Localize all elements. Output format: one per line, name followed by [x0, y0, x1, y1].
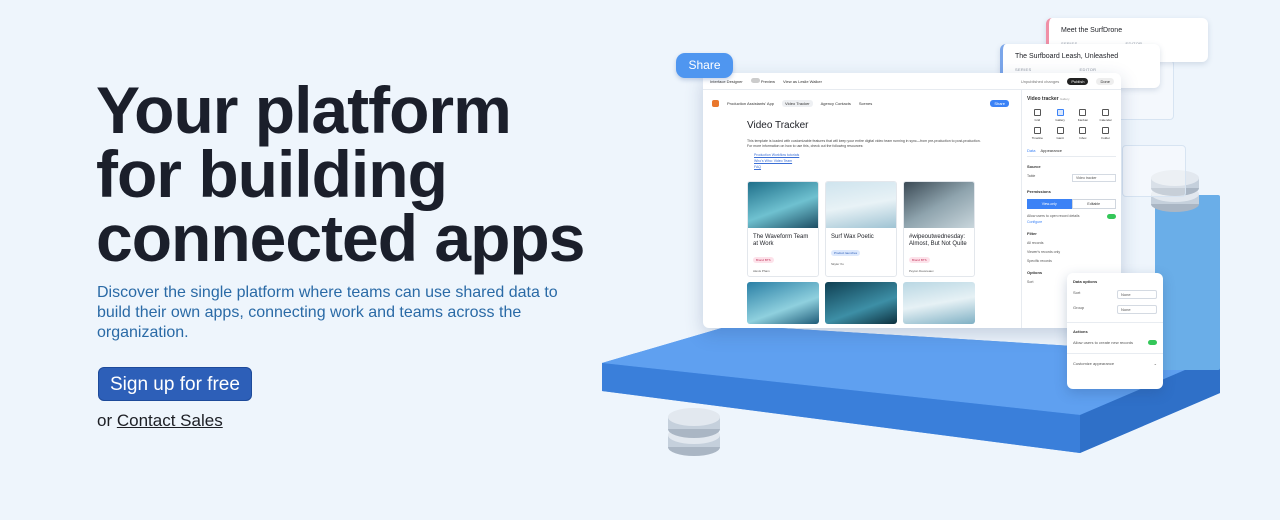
- surf-photo: [904, 182, 974, 228]
- layout-option[interactable]: Kanban: [1073, 109, 1094, 122]
- editable-option[interactable]: Editable: [1071, 199, 1116, 209]
- layout-option[interactable]: Calendar: [1095, 109, 1116, 122]
- contact-line: or Contact Sales: [97, 411, 223, 431]
- gallery-tile[interactable]: #wipeoutwednesday: Almost, But Not Quite…: [903, 181, 975, 277]
- view-only-option[interactable]: View-only: [1027, 199, 1072, 209]
- hero-title-line-2: for building: [96, 137, 448, 211]
- preview-toggle[interactable]: Preview: [750, 78, 775, 84]
- customize-appearance-row[interactable]: Customize appearance ⌄: [1073, 361, 1157, 366]
- signup-button[interactable]: Sign up for free: [98, 367, 252, 401]
- app-window: Interface Designer Preview View as Lesli…: [703, 73, 1121, 328]
- app-logo-icon: [712, 99, 719, 107]
- blue-column: [1155, 195, 1220, 370]
- layout-picker: Grid Gallery Kanban Calendar Timeline Ga…: [1027, 109, 1116, 140]
- surf-photo[interactable]: [825, 282, 897, 324]
- page-description: This template is loaded with customizabl…: [747, 139, 981, 148]
- filter-option[interactable]: All records: [1027, 241, 1116, 245]
- record-card-meta: SERIESEDITOR: [1015, 67, 1097, 72]
- gallery-tile[interactable]: Surf Wax Poetic Product launches Skyler …: [825, 181, 897, 277]
- publish-button[interactable]: Publish: [1067, 77, 1089, 85]
- panel-header: Video tracker Gallery: [1027, 96, 1070, 102]
- create-records-row: Allow users to create new records: [1073, 340, 1157, 345]
- tile-owner: Skyler Xu: [831, 262, 844, 266]
- group-select[interactable]: None: [1117, 305, 1157, 314]
- surf-photo[interactable]: [747, 282, 819, 324]
- hero-title-line-1: Your platform: [96, 73, 512, 147]
- layout-option[interactable]: Timeline: [1027, 127, 1048, 140]
- tile-title: The Waveform Team at Work: [753, 234, 809, 247]
- view-as-dropdown[interactable]: View as Leslie Walker: [783, 79, 822, 84]
- sort-select[interactable]: None: [1117, 290, 1157, 299]
- surf-photo: [826, 182, 896, 228]
- create-records-toggle[interactable]: [1148, 340, 1157, 345]
- tile-owner: Alexis Pham: [753, 269, 770, 273]
- table-row: Table Video tracker: [1027, 174, 1116, 182]
- tile-tag: Brand BTS: [909, 257, 930, 263]
- tab-scenes[interactable]: Scenes: [859, 101, 872, 106]
- layout-option[interactable]: Gantt: [1050, 127, 1071, 140]
- layout-option[interactable]: Grid: [1027, 109, 1048, 122]
- app-name[interactable]: Production Assistants' App: [727, 101, 774, 106]
- source-heading: Source: [1027, 164, 1041, 169]
- data-options-title: Data options: [1073, 279, 1098, 284]
- permissions-toggle: View-only Editable: [1027, 199, 1116, 209]
- panel-tabs: Data Appearance: [1027, 148, 1116, 157]
- layout-option[interactable]: Gallery: [1050, 109, 1071, 122]
- designer-toolbar: Interface Designer Preview View as Lesli…: [703, 73, 1121, 90]
- layout-option[interactable]: Folder: [1095, 127, 1116, 140]
- sort-row: Sort None: [1073, 290, 1157, 299]
- configure-link[interactable]: Configure: [1027, 220, 1116, 224]
- chevron-down-icon: ⌄: [1153, 361, 1157, 366]
- data-options-popover: Data options Sort None Group None Actions …: [1067, 273, 1163, 389]
- gallery-tile[interactable]: The Waveform Team at Work Brand BTS Alex…: [747, 181, 819, 277]
- tile-tag: Product launches: [831, 250, 861, 256]
- tile-tag: Brand BTS: [753, 257, 774, 263]
- database-icon: [668, 408, 720, 456]
- surf-photo: [748, 182, 818, 228]
- tile-owner: Peyton Devereaux: [909, 269, 934, 273]
- tab-data[interactable]: Data: [1027, 148, 1035, 153]
- tile-title: Surf Wax Poetic: [831, 234, 874, 240]
- table-select[interactable]: Video tracker: [1072, 174, 1116, 182]
- app-nav: Production Assistants' App Video Tracker…: [712, 98, 1009, 108]
- layout-option[interactable]: Inbox: [1073, 127, 1094, 140]
- unpublished-label: Unpublished changes: [1020, 78, 1060, 84]
- resource-link[interactable]: FAQ: [754, 164, 799, 170]
- record-details-toggle[interactable]: [1107, 214, 1116, 219]
- tab-agency-contacts[interactable]: Agency Contacts: [821, 101, 851, 106]
- filter-heading: Filter: [1027, 231, 1037, 236]
- tab-appearance[interactable]: Appearance: [1040, 148, 1062, 153]
- record-card-title: Meet the SurfDrone: [1061, 27, 1123, 34]
- group-row: Group None: [1073, 305, 1157, 314]
- hero-title-line-3: connected apps: [96, 201, 585, 275]
- tile-title: #wipeoutwednesday: Almost, But Not Quite: [909, 234, 967, 247]
- done-button[interactable]: Done: [1096, 77, 1114, 85]
- actions-heading: Actions: [1073, 329, 1088, 334]
- hero-title: Your platform for building connected app…: [96, 73, 616, 275]
- share-button[interactable]: Share: [676, 53, 733, 78]
- designer-label: Interface Designer: [710, 78, 743, 84]
- record-card-title: The Surfboard Leash, Unleashed: [1015, 53, 1119, 60]
- tab-video-tracker[interactable]: Video Tracker: [782, 99, 813, 107]
- background-frame: [1122, 145, 1186, 197]
- surf-photo[interactable]: [903, 282, 975, 324]
- hero-subtitle: Discover the single platform where teams…: [97, 284, 558, 341]
- contact-sales-link[interactable]: Contact Sales: [117, 411, 223, 430]
- or-text: or: [97, 411, 113, 430]
- record-details-row: Allow users to open record details: [1027, 214, 1116, 219]
- permissions-heading: Permissions: [1027, 189, 1051, 194]
- resource-links: Production Workflow tutorials Who's Who:…: [754, 152, 799, 170]
- app-share-button[interactable]: Share: [990, 99, 1009, 107]
- filter-option[interactable]: Viewer's records only: [1027, 250, 1116, 254]
- page-title: Video Tracker: [747, 120, 809, 131]
- filter-option[interactable]: Specific records: [1027, 259, 1116, 263]
